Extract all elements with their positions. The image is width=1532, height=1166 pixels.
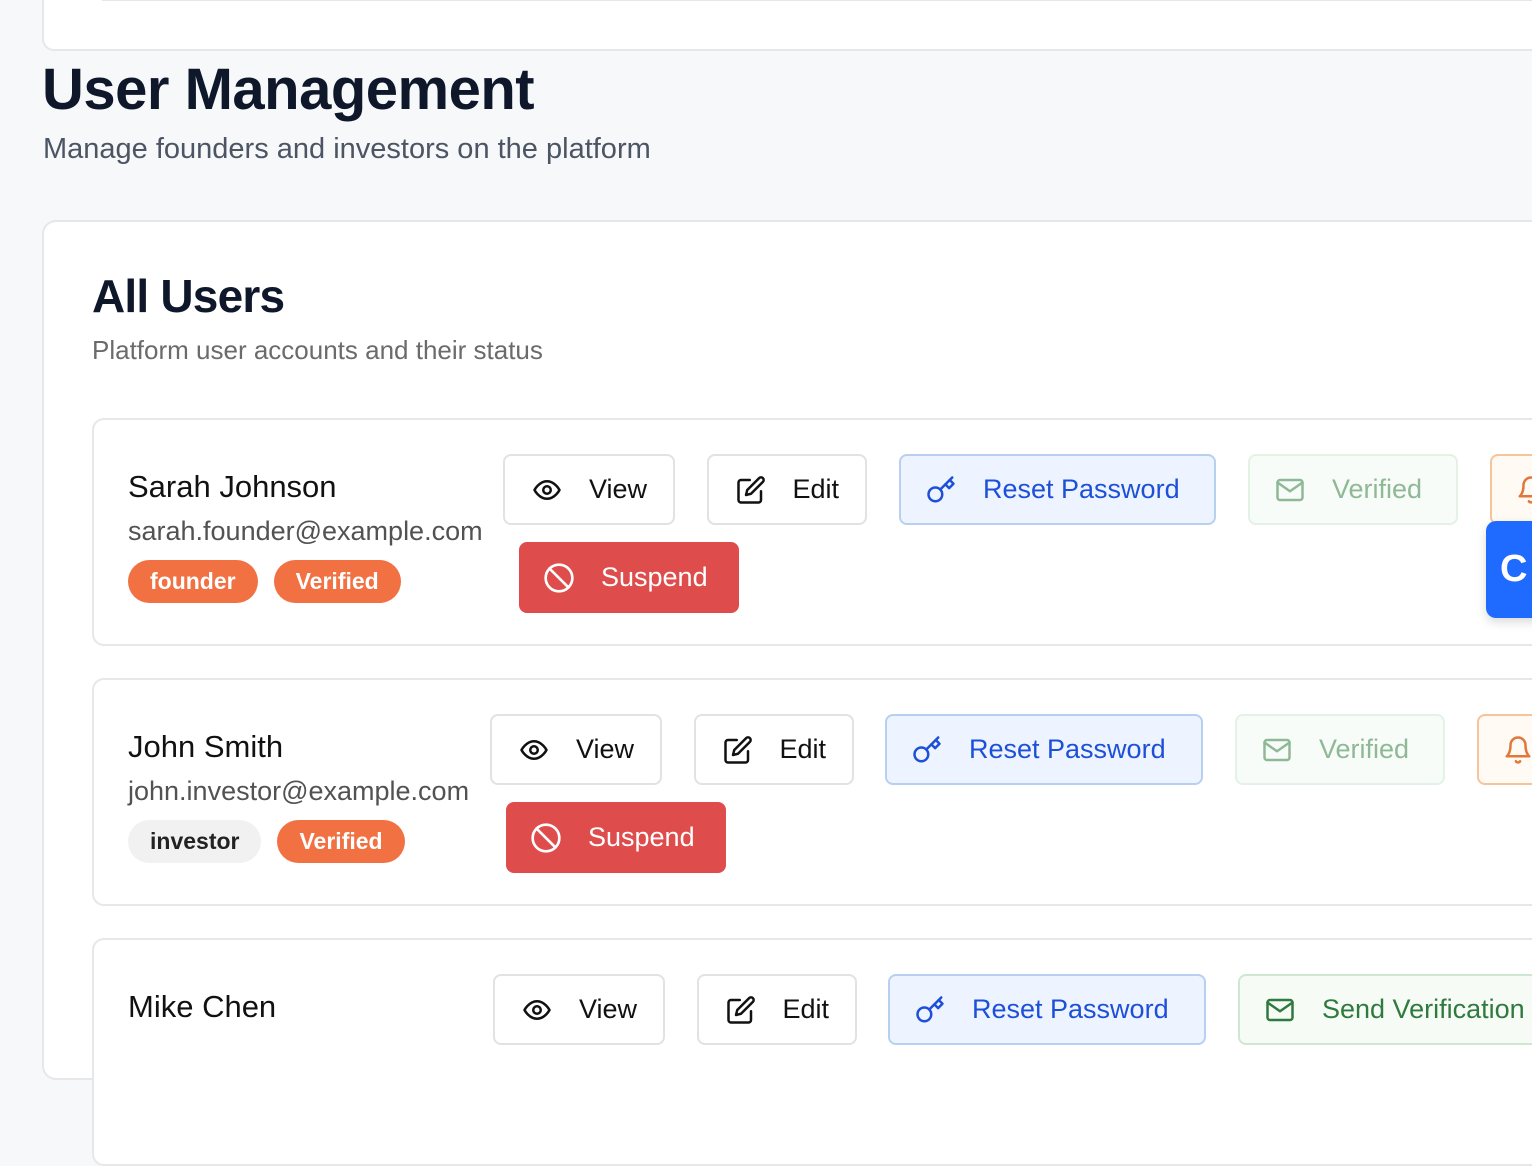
edit-icon xyxy=(725,994,756,1026)
edit-button[interactable]: Edit xyxy=(697,974,857,1045)
mail-icon xyxy=(1274,474,1306,506)
mail-icon xyxy=(1264,994,1296,1026)
key-icon xyxy=(911,734,943,766)
status-badge: Verified xyxy=(273,560,401,603)
view-label: View xyxy=(578,994,637,1024)
view-button[interactable]: View xyxy=(493,974,665,1045)
ban-icon xyxy=(530,822,562,854)
reset-password-label: Reset Password xyxy=(983,474,1180,504)
edit-label: Edit xyxy=(792,474,839,504)
verified-button[interactable]: Verified xyxy=(1248,454,1458,525)
send-verification-label: Send Verification xyxy=(1322,994,1525,1024)
reset-password-label: Reset Password xyxy=(969,734,1166,764)
user-name: Sarah Johnson xyxy=(128,469,337,504)
suspend-button[interactable]: Suspend xyxy=(519,542,739,613)
notify-button[interactable] xyxy=(1490,454,1532,525)
edit-button[interactable]: Edit xyxy=(707,454,867,525)
role-badge: founder xyxy=(128,560,258,603)
edit-button[interactable]: Edit xyxy=(694,714,854,785)
chat-widget-label: C xyxy=(1500,548,1528,590)
status-badge: Verified xyxy=(277,820,405,863)
view-label: View xyxy=(575,734,634,764)
users-card-title: All Users xyxy=(92,270,285,322)
user-email: john.investor@example.com xyxy=(128,776,470,806)
edit-label: Edit xyxy=(779,734,826,764)
page-subtitle: Manage founders and investors on the pla… xyxy=(43,133,651,165)
edit-label: Edit xyxy=(782,994,829,1024)
notify-button[interactable] xyxy=(1477,714,1532,785)
user-badges: founder Verified xyxy=(128,560,401,603)
top-card xyxy=(42,0,1532,51)
user-name: John Smith xyxy=(128,729,284,764)
user-name: Mike Chen xyxy=(128,989,277,1024)
suspend-label: Suspend xyxy=(588,822,695,852)
reset-password-label: Reset Password xyxy=(972,994,1169,1024)
role-badge: investor xyxy=(128,820,262,863)
edit-icon xyxy=(735,474,766,506)
view-button[interactable]: View xyxy=(503,454,675,525)
reset-password-button[interactable]: Reset Password xyxy=(885,714,1203,785)
reset-password-button[interactable]: Reset Password xyxy=(888,974,1206,1045)
user-row: John Smith john.investor@example.com inv… xyxy=(92,678,1532,906)
bell-icon xyxy=(1503,734,1532,766)
suspend-label: Suspend xyxy=(601,562,708,592)
verified-label: Verified xyxy=(1319,734,1410,764)
eye-icon xyxy=(531,474,563,506)
chat-widget-button[interactable]: C xyxy=(1486,521,1532,618)
users-card-subtitle: Platform user accounts and their status xyxy=(92,335,543,365)
user-badges: investor Verified xyxy=(128,820,405,863)
bell-icon xyxy=(1516,474,1532,506)
view-label: View xyxy=(588,474,647,504)
user-row: Mike Chen View Edit Reset Password Send … xyxy=(92,938,1532,1166)
divider xyxy=(102,0,1532,1)
view-button[interactable]: View xyxy=(490,714,662,785)
send-verification-button[interactable]: Send Verification xyxy=(1238,974,1532,1045)
verified-button[interactable]: Verified xyxy=(1235,714,1445,785)
edit-icon xyxy=(722,734,753,766)
key-icon xyxy=(925,474,957,506)
suspend-button[interactable]: Suspend xyxy=(506,802,726,873)
ban-icon xyxy=(543,562,575,594)
verified-label: Verified xyxy=(1332,474,1423,504)
reset-password-button[interactable]: Reset Password xyxy=(899,454,1216,525)
page-title: User Management xyxy=(42,57,535,122)
user-email: sarah.founder@example.com xyxy=(128,516,483,546)
eye-icon xyxy=(521,994,553,1026)
mail-icon xyxy=(1261,734,1293,766)
eye-icon xyxy=(518,734,550,766)
key-icon xyxy=(914,994,946,1026)
user-row: Sarah Johnson sarah.founder@example.com … xyxy=(92,418,1532,646)
